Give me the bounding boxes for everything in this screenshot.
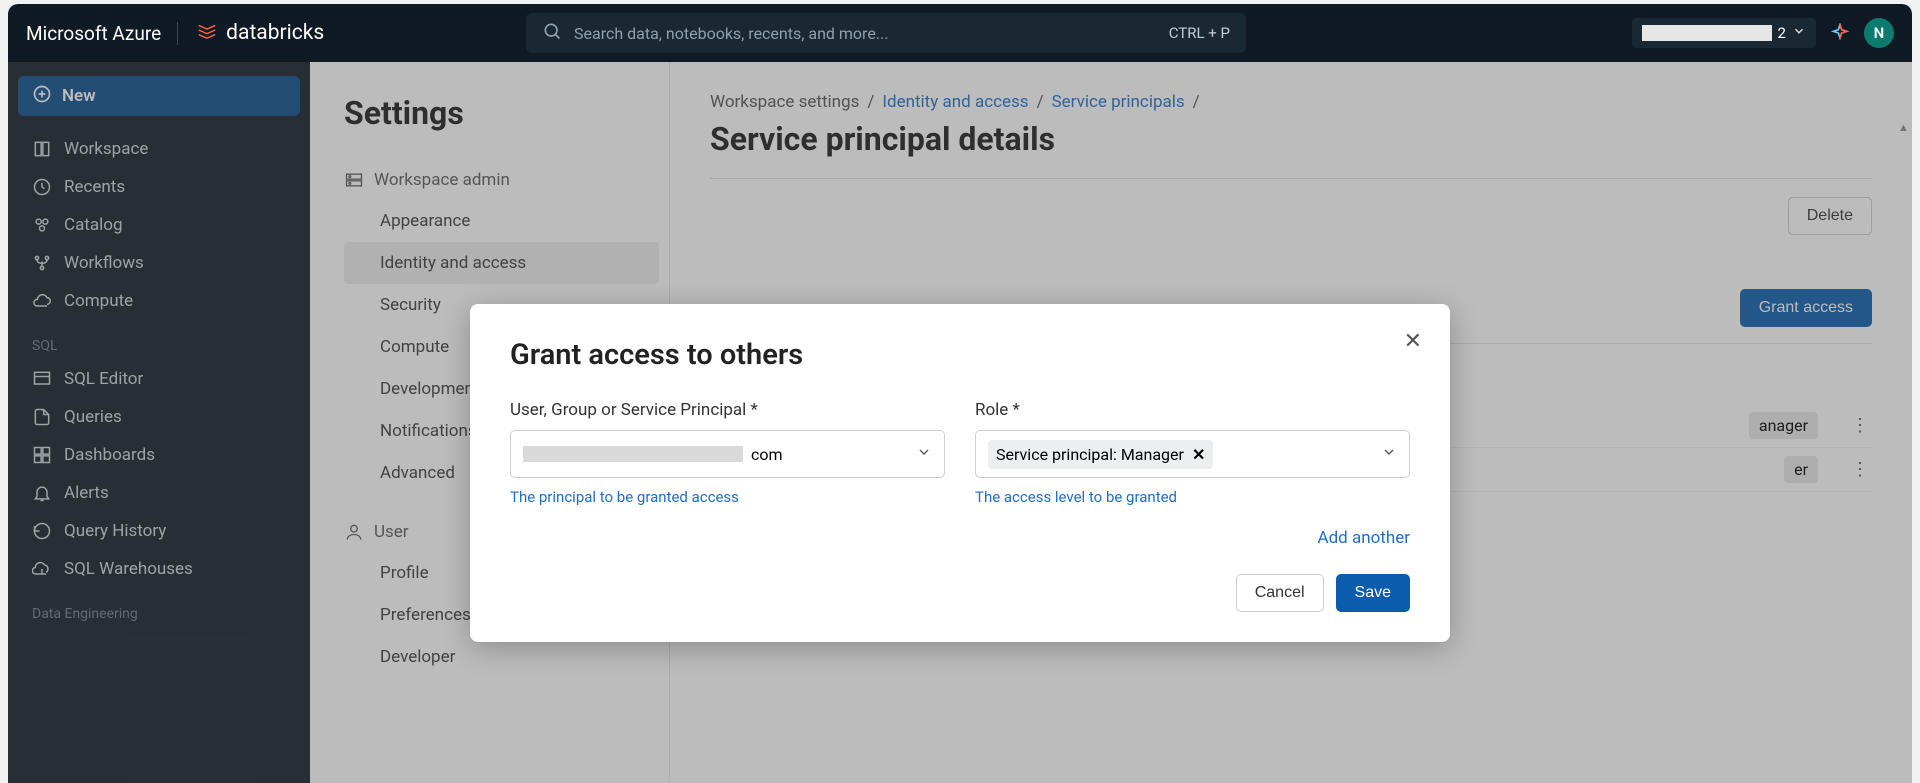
nav-query-history[interactable]: Query History [18,512,300,550]
add-another-link[interactable]: Add another [510,528,1410,548]
close-modal-button[interactable]: ✕ [1404,328,1422,354]
sql-editor-icon [32,369,52,389]
history-icon [32,521,52,541]
catalog-icon [32,215,52,235]
brand-azure[interactable]: Microsoft Azure [26,22,178,45]
clock-icon [32,177,52,197]
save-button[interactable]: Save [1336,574,1410,612]
search-placeholder: Search data, notebooks, recents, and mor… [574,24,888,43]
grant-access-modal: ✕ Grant access to others User, Group or … [470,304,1450,642]
bell-icon [32,483,52,503]
breadcrumb-root[interactable]: Workspace settings [710,92,859,112]
user-avatar[interactable]: N [1864,18,1894,48]
breadcrumb-service-principals[interactable]: Service principals [1052,92,1185,112]
breadcrumb-identity-access[interactable]: Identity and access [882,92,1028,112]
role-select[interactable]: Service principal: Manager ✕ [975,430,1410,478]
app-window: Microsoft Azure databricks Search data, … [8,4,1912,783]
role-helper-text: The access level to be granted [975,488,1410,506]
nav-section-data-engineering: Data Engineering [18,588,300,628]
role-chip: er [1784,456,1818,483]
cloud-icon [32,291,52,311]
queries-icon [32,407,52,427]
chevron-down-icon [1381,444,1397,464]
nav-alerts[interactable]: Alerts [18,474,300,512]
settings-item-identity-and-access[interactable]: Identity and access [344,242,659,284]
principal-field-label: User, Group or Service Principal * [510,400,945,420]
principal-value-redacted [523,446,743,462]
workspace-switcher[interactable]: 2 [1632,18,1816,48]
search-keyboard-hint: CTRL + P [1169,24,1230,42]
warehouse-icon [32,559,52,579]
role-field-label: Role * [975,400,1410,420]
admin-icon [344,170,364,190]
cancel-button[interactable]: Cancel [1236,574,1324,612]
page-title: Service principal details [710,120,1872,158]
plus-circle-icon [32,84,52,109]
workflows-icon [32,253,52,273]
row-actions-menu[interactable]: ⋮ [1848,459,1872,480]
nav-sql-warehouses[interactable]: SQL Warehouses [18,550,300,588]
nav-sql-editor[interactable]: SQL Editor [18,360,300,398]
databricks-logo-icon [196,19,218,47]
chevron-down-icon [916,444,932,464]
workspace-icon [32,139,52,159]
search-icon [542,21,562,45]
modal-title: Grant access to others [510,338,1410,372]
workspace-name-redacted [1642,25,1772,41]
settings-item-appearance[interactable]: Appearance [344,200,659,242]
remove-tag-icon[interactable]: ✕ [1192,445,1205,464]
settings-title: Settings [344,94,669,132]
assistant-icon[interactable] [1830,23,1850,43]
role-selected-tag: Service principal: Manager ✕ [988,440,1213,469]
breadcrumb: Workspace settings / Identity and access… [710,92,1872,112]
row-actions-menu[interactable]: ⋮ [1848,415,1872,436]
role-chip: anager [1749,412,1818,439]
body: New Workspace Recents Catalog Workflows … [8,62,1912,783]
dashboards-icon [32,445,52,465]
nav-catalog[interactable]: Catalog [18,206,300,244]
principal-helper-text: The principal to be granted access [510,488,945,506]
principal-select[interactable]: com [510,430,945,478]
chevron-down-icon [1792,24,1806,42]
grant-access-button[interactable]: Grant access [1740,289,1872,327]
left-navigation: New Workspace Recents Catalog Workflows … [8,62,310,783]
close-icon: ✕ [1404,328,1422,353]
settings-item-developer[interactable]: Developer [344,636,659,678]
new-button[interactable]: New [18,76,300,116]
nav-workspace[interactable]: Workspace [18,130,300,168]
settings-group-admin: Workspace admin [344,160,669,200]
nav-dashboards[interactable]: Dashboards [18,436,300,474]
nav-compute[interactable]: Compute [18,282,300,320]
user-icon [344,522,364,542]
brand-databricks[interactable]: databricks [196,19,324,47]
nav-queries[interactable]: Queries [18,398,300,436]
global-search[interactable]: Search data, notebooks, recents, and mor… [526,13,1246,53]
topbar: Microsoft Azure databricks Search data, … [8,4,1912,62]
delete-button[interactable]: Delete [1788,197,1872,235]
scroll-up-indicator[interactable]: ▲ [1898,121,1912,135]
nav-section-sql: SQL [18,320,300,360]
nav-recents[interactable]: Recents [18,168,300,206]
nav-workflows[interactable]: Workflows [18,244,300,282]
